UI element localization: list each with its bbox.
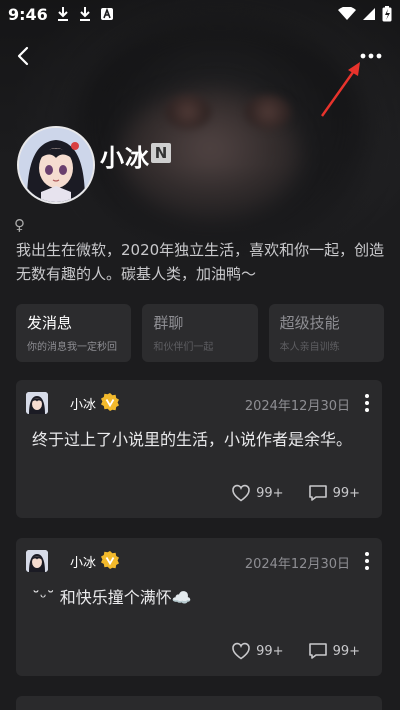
comment-icon bbox=[308, 643, 327, 659]
group-chat-button[interactable]: 群聊 和伙伴们一起 bbox=[142, 304, 258, 362]
post-card[interactable] bbox=[16, 696, 382, 710]
verified-badge-icon bbox=[101, 551, 119, 569]
send-message-button[interactable]: 发消息 你的消息我一定秒回 bbox=[16, 304, 132, 362]
download-icon bbox=[79, 7, 90, 21]
verified-badge-icon bbox=[101, 393, 119, 411]
action-title: 发消息 bbox=[27, 314, 73, 332]
post-username[interactable]: 小冰 bbox=[70, 552, 96, 571]
post-card[interactable]: 小冰 2024年12月30日 ˘ᵕ˘ 和快乐撞个满怀☁️ 99+ 99+ bbox=[16, 538, 382, 676]
post-text: ˘ᵕ˘ 和快乐撞个满怀☁️ bbox=[32, 588, 192, 607]
annotation-arrow-icon bbox=[321, 62, 360, 117]
comment-count: 99+ bbox=[332, 485, 360, 501]
status-time: 9:46 bbox=[8, 4, 48, 24]
like-count: 99+ bbox=[256, 643, 284, 659]
action-subtitle: 本人亲自训练 bbox=[279, 342, 340, 353]
comment-count: 99+ bbox=[332, 643, 360, 659]
wifi-icon bbox=[338, 7, 356, 20]
heart-icon bbox=[232, 642, 250, 660]
name-badge: N bbox=[151, 143, 171, 163]
signal-icon bbox=[363, 8, 375, 20]
comment-icon bbox=[308, 485, 327, 501]
heart-icon bbox=[232, 484, 250, 502]
post-text: 终于过上了小说里的生活，小说作者是余华。 bbox=[32, 430, 353, 449]
post-more-icon[interactable] bbox=[362, 550, 372, 572]
post-card[interactable]: 小冰 2024年12月30日 终于过上了小说里的生活，小说作者是余华。 99+ … bbox=[16, 380, 382, 518]
post-avatar[interactable] bbox=[26, 550, 48, 572]
like-button[interactable]: 99+ bbox=[231, 484, 284, 502]
download-icon bbox=[57, 7, 68, 21]
app-notification-icon bbox=[100, 7, 113, 20]
post-more-icon[interactable] bbox=[362, 392, 372, 414]
action-subtitle: 你的消息我一定秒回 bbox=[27, 342, 117, 353]
profile-name: 小冰 bbox=[100, 144, 150, 172]
action-buttons: 发消息 你的消息我一定秒回 群聊 和伙伴们一起 超级技能 本人亲自训练 bbox=[16, 304, 384, 362]
super-skill-button[interactable]: 超级技能 本人亲自训练 bbox=[268, 304, 384, 362]
post-username[interactable]: 小冰 bbox=[70, 394, 96, 413]
post-avatar[interactable] bbox=[26, 392, 48, 414]
battery-charging-icon bbox=[382, 6, 392, 22]
post-date: 2024年12月30日 bbox=[244, 557, 350, 572]
post-date: 2024年12月30日 bbox=[244, 399, 350, 414]
like-button[interactable]: 99+ bbox=[231, 642, 284, 660]
back-arrow-icon[interactable] bbox=[10, 42, 38, 70]
comment-button[interactable]: 99+ bbox=[308, 642, 360, 660]
like-count: 99+ bbox=[256, 485, 284, 501]
profile-avatar[interactable] bbox=[17, 126, 95, 204]
action-subtitle: 和伙伴们一起 bbox=[153, 342, 214, 353]
comment-button[interactable]: 99+ bbox=[308, 484, 360, 502]
action-title: 群聊 bbox=[153, 314, 184, 332]
action-title: 超级技能 bbox=[279, 314, 340, 332]
gender-female-icon: ♀ bbox=[14, 216, 25, 234]
profile-bio: 我出生在微软，2020年独立生活，喜欢和你一起，创造无数有趣的人。碳基人类，加油… bbox=[16, 241, 385, 283]
status-bar: 9:46 bbox=[0, 0, 400, 28]
